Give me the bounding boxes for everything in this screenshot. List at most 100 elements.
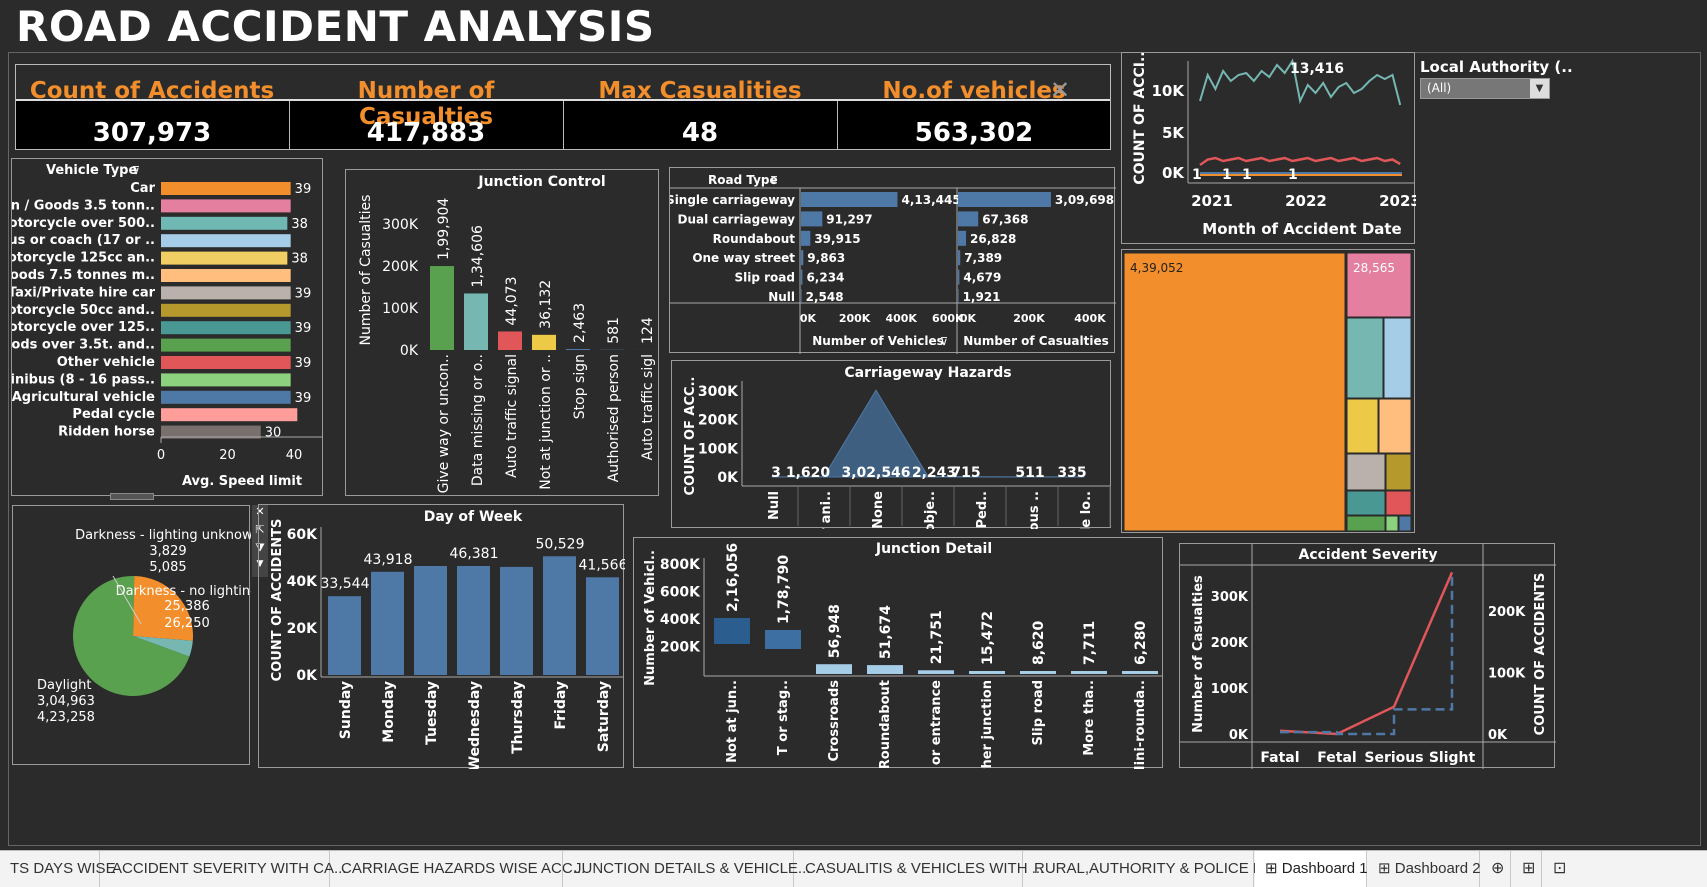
month-xtick: 2022: [1285, 192, 1327, 210]
tab-casualities-vehicles[interactable]: CASUALITIS & VEHICLES WITH ...: [795, 851, 1044, 887]
tab-junction-details[interactable]: JUNCTION DETAILS & VEHICLE...: [564, 851, 810, 887]
pie-value-daylight-2: 4,23,258: [37, 710, 95, 725]
treemap-tile: [1383, 317, 1412, 399]
junction-detail-category: Not at jun..: [725, 680, 740, 763]
road-type-casualty-bar: [958, 192, 1051, 207]
tab-days-wise[interactable]: TS DAYS WISE: [0, 851, 116, 887]
junction-detail-bar: [918, 670, 954, 674]
month-ytick: 5K: [1162, 124, 1185, 142]
sort-icon: ⊽: [132, 164, 140, 177]
road-type-vehicle-value: 91,297: [826, 212, 872, 226]
new-dashboard-icon[interactable]: ⊞: [1512, 851, 1542, 887]
junction-control-value: 1,34,606: [470, 225, 486, 287]
vehicle-type-tick: 20: [219, 448, 236, 463]
light-pie-chart: Darkness - lighting unknown3,8295,085 Dar…: [37, 528, 261, 725]
junction-control-ytick: 0K: [400, 343, 419, 359]
road-type-label: Slip road: [735, 271, 796, 285]
tab-carriage-hazards[interactable]: CARRIAGE HAZARDS WISE ACC...: [331, 851, 585, 887]
severity-ytick-right: 100K: [1488, 667, 1526, 682]
junction-detail-bar: [969, 671, 1005, 674]
road-type-label: Roundabout: [713, 232, 796, 246]
tab-dashboard-2[interactable]: ⊞ Dashboard 2: [1368, 851, 1481, 887]
tab-accident-severity[interactable]: ACCIDENT SEVERITY WITH CA...: [102, 851, 346, 887]
vehicle-type-label: Minibus (8 - 16 pass..: [12, 372, 155, 387]
junction-detail-category: Roundabout: [878, 680, 893, 769]
junction-control-category: Data missing or o..: [470, 354, 486, 486]
severity-ytick-left: 300K: [1211, 590, 1249, 605]
resize-handle[interactable]: [110, 493, 154, 500]
treemap-second-label: 28,565: [1353, 261, 1395, 275]
close-icon[interactable]: ✕: [1050, 76, 1070, 104]
hazards-category: Null: [767, 491, 782, 520]
day-of-week-category: Wednesday: [467, 681, 483, 769]
severity-category: Slight: [1429, 750, 1476, 766]
vehicle-type-value: 39: [295, 356, 312, 371]
junction-detail-value: 6,280: [1133, 620, 1149, 665]
severity-category: Fatal: [1260, 750, 1299, 766]
hazards-ytick: 100K: [698, 441, 739, 457]
day-of-week-chart: Day of Week COUNT OF ACCIDENTS 60K 40K 20K 0K…: [270, 509, 628, 771]
vehicle-type-label: Other vehicle: [57, 355, 155, 370]
junction-control-bar: [566, 348, 590, 350]
vehicle-type-label: Motorcycle over 125..: [12, 320, 155, 335]
sort-icon: ⊽: [940, 335, 948, 348]
month-low-label: 1: [1288, 167, 1298, 183]
day-of-week-ytick: 40K: [287, 574, 318, 590]
junction-detail-title: Junction Detail: [875, 541, 992, 557]
vehicle-type-bar: [161, 321, 291, 335]
severity-category: Fetal: [1317, 750, 1356, 766]
hazards-value: 335: [1057, 465, 1086, 481]
new-story-icon[interactable]: ⊡: [1543, 851, 1573, 887]
month-low-label: 1: [1222, 167, 1232, 183]
junction-control-value: 44,073: [504, 276, 520, 325]
tab-dashboard-1[interactable]: ⊞ Dashboard 1: [1255, 851, 1368, 887]
road-type-casualty-bar: [958, 289, 959, 304]
hazards-chart: Carriageway Hazards COUNT OF ACC.. 300K 200…: [683, 365, 1111, 579]
road-type-vehicle-bar: [801, 289, 802, 304]
severity-chart: Accident Severity Number of Casualties COU…: [1180, 544, 1556, 769]
filter-label: Local Authority (..: [1420, 58, 1573, 76]
road-type-casualty-value: 1,921: [963, 290, 1001, 304]
junction-detail-bar: [1122, 671, 1158, 674]
vehicle-type-label: Goods over 3.5t. and..: [12, 338, 155, 353]
vehicle-type-tick: 40: [286, 448, 303, 463]
pie-value-no-lighting-2: 26,250: [164, 616, 210, 631]
hazards-value: 1,620: [786, 465, 831, 481]
chevron-down-icon[interactable]: ▼: [1530, 79, 1549, 98]
hazards-category: None: [871, 491, 886, 529]
junction-detail-bar: [816, 664, 852, 674]
kpi-value-casualties: 417,883: [366, 118, 486, 148]
tab-rural-authority[interactable]: RURAL,AUTHORITY & POLICE F...: [1024, 851, 1273, 887]
dashboard-icon: ⊞: [1265, 860, 1282, 877]
road-type-cas-tick: 200K: [1013, 312, 1045, 325]
treemap-tile: [1346, 490, 1386, 516]
vehicle-type-chart: Vehicle Type⊽ Car 39 Van / Goods 3.5 tonn..…: [0, 163, 322, 489]
severity-category: Serious: [1364, 750, 1423, 766]
junction-detail-category: T or stag..: [776, 680, 791, 755]
junction-detail-ytick: 600K: [660, 585, 701, 601]
road-type-chart: Road Type⊽Single carriageway 4,13,445 3,09…: [666, 173, 1116, 354]
junction-control-ytick: 100K: [382, 301, 419, 317]
day-of-week-bar: [586, 577, 619, 675]
month-ytick: 0K: [1162, 164, 1185, 182]
vehicle-type-value: 38: [291, 217, 308, 232]
month-ytick: 10K: [1152, 82, 1186, 100]
vehicle-type-label: Taxi/Private hire car: [12, 285, 156, 300]
new-worksheet-icon[interactable]: ⊕: [1481, 851, 1511, 887]
hazards-category: Vehic le lo..: [1079, 491, 1094, 529]
light-condition-pane: Darkness - lighting unknown 3,829 5,085 Dar…: [12, 505, 261, 765]
severity-ylabel-left: Number of Casualties: [1191, 575, 1206, 733]
treemap-tile: [1346, 398, 1379, 454]
junction-control-ytick: 300K: [382, 217, 419, 233]
junction-detail-ytick: 800K: [660, 557, 701, 573]
treemap-big-label: 4,39,052: [1130, 261, 1183, 275]
road-type-vehicle-bar: [801, 211, 823, 227]
day-of-week-bar: [543, 556, 576, 675]
road-type-vehicle-value: 6,234: [806, 271, 844, 285]
day-of-week-value: 33,544: [321, 576, 370, 592]
vehicle-type-value: 39: [295, 182, 312, 197]
road-type-veh-axis: Number of Vehicles: [812, 334, 944, 348]
road-type-label: Single carriageway: [670, 193, 795, 207]
junction-detail-bar: [1020, 671, 1056, 674]
vehicle-type-label: Pedal cycle: [72, 407, 155, 422]
